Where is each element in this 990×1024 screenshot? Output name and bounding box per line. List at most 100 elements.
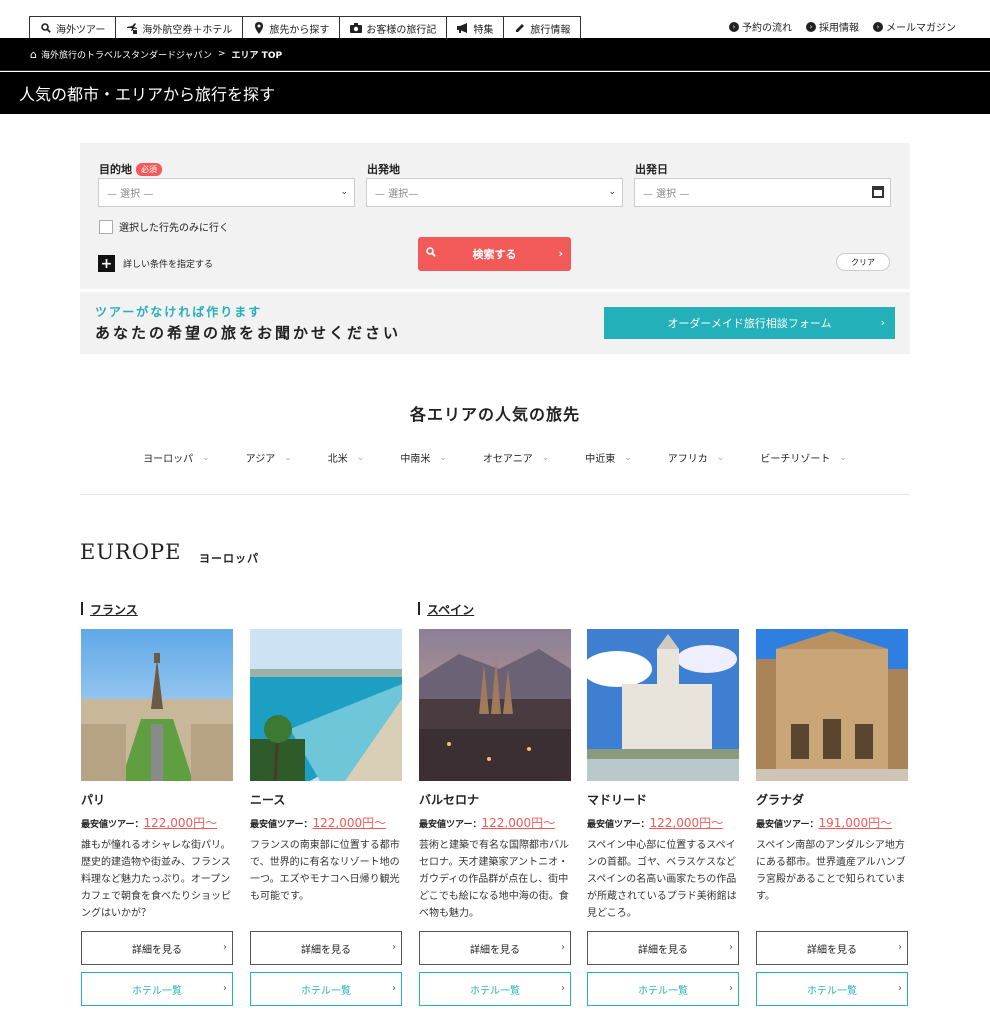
- city-card-barcelona: バルセロナ 最安値ツアー：122,000円～ 芸術と建築で有名な国際都市バルセロ…: [419, 629, 571, 1006]
- link-recruit[interactable]: › 採用情報: [806, 19, 859, 34]
- arrow-circle-icon: ›: [729, 21, 739, 32]
- price-link[interactable]: 122,000円～: [143, 816, 217, 830]
- hotel-list-button[interactable]: ホテル一覧 ›: [250, 972, 402, 1006]
- chevron-right-icon: ›: [223, 983, 227, 994]
- area-tab-middle-east[interactable]: 中近東 ⌄: [567, 450, 650, 466]
- search-panel: 目的地 必須 — 選択 — ⌄ 出発地 — 選択— ⌄ 出発日 — 選択 — 選択…: [80, 143, 910, 289]
- home-icon[interactable]: ⌂: [30, 48, 37, 61]
- city-photo[interactable]: [587, 629, 739, 781]
- area-tabs: ヨーロッパ ⌄ アジア ⌄ 北米 ⌄ 中南米 ⌄ オセアニア ⌄ 中近東 ⌄ アフリカ ⌄ ビ…: [80, 450, 910, 466]
- chevron-right-icon: ›: [729, 983, 733, 994]
- chevron-down-icon: ⌄: [202, 452, 210, 463]
- plus-icon: +: [98, 255, 115, 272]
- city-name[interactable]: グラナダ: [756, 791, 804, 808]
- tab-travelogue[interactable]: お客様の旅行記: [339, 16, 447, 39]
- detail-button[interactable]: 詳細を見る ›: [587, 931, 739, 965]
- breadcrumb-current: エリア TOP: [231, 50, 283, 61]
- tab-air-hotel[interactable]: 海外航空券＋ホテル: [115, 16, 243, 39]
- only-selected-checkbox[interactable]: 選択した行先のみに行く: [99, 219, 229, 234]
- search-icon: [426, 247, 436, 260]
- country-link-france[interactable]: フランス: [81, 601, 138, 618]
- city-name[interactable]: パリ: [81, 791, 105, 808]
- chevron-down-icon: ⌄: [340, 187, 348, 197]
- region-title-jp: ヨーロッパ: [199, 552, 259, 565]
- chevron-down-icon: ⌄: [716, 452, 725, 463]
- link-reservation-flow[interactable]: › 予約の流れ: [729, 19, 792, 34]
- divider: [80, 494, 910, 495]
- tab-overseas-tour[interactable]: 海外ツアー: [29, 16, 116, 39]
- price-link[interactable]: 191,000円～: [818, 816, 892, 830]
- lowest-price: 最安値ツアー：122,000円～: [419, 816, 556, 830]
- city-description: スペイン南部のアンダルシア地方にある都市。世界遺産アルハンブラ宮殿があることで知…: [756, 840, 906, 902]
- detail-button[interactable]: 詳細を見る ›: [419, 931, 571, 965]
- chevron-down-icon: ⌄: [356, 452, 365, 463]
- arrow-circle-icon: ›: [873, 21, 883, 32]
- detail-button[interactable]: 詳細を見る ›: [250, 931, 402, 965]
- detail-button[interactable]: 詳細を見る ›: [81, 931, 233, 965]
- region-title-en: EUROPE: [80, 540, 182, 564]
- breadcrumb-home-link[interactable]: 海外旅行のトラベルスタンダードジャパン: [41, 48, 212, 61]
- city-photo[interactable]: [250, 629, 402, 781]
- area-tab-asia[interactable]: アジア ⌄: [228, 450, 310, 466]
- departure-label: 出発地: [367, 163, 400, 176]
- hotel-list-button[interactable]: ホテル一覧 ›: [419, 972, 571, 1006]
- hotel-list-button[interactable]: ホテル一覧 ›: [587, 972, 739, 1006]
- chevron-down-icon: ⌄: [541, 452, 550, 463]
- area-tab-north-america[interactable]: 北米 ⌄: [310, 450, 383, 466]
- tab-feature[interactable]: 特集: [446, 16, 504, 39]
- tab-label: 旅先から探す: [269, 24, 330, 36]
- area-tab-oceania[interactable]: オセアニア ⌄: [465, 450, 567, 466]
- destination-select[interactable]: — 選択 — ⌄: [98, 178, 355, 207]
- tab-label: 特集: [473, 24, 494, 36]
- city-photo[interactable]: [756, 629, 908, 781]
- price-link[interactable]: 122,000円～: [312, 816, 386, 830]
- tab-destination[interactable]: 旅先から探す: [242, 16, 340, 39]
- lowest-price: 最安値ツアー：122,000円～: [81, 816, 218, 830]
- city-description: 芸術と建築で有名な国際都市バルセロナ。天才建築家アントニオ・ガウディの作品群が点…: [419, 840, 569, 919]
- hotel-list-button[interactable]: ホテル一覧 ›: [756, 972, 908, 1006]
- main-tabs: 海外ツアー 海外航空券＋ホテル 旅先から探す お客様の旅行記 特集 旅行情報: [29, 16, 582, 39]
- chevron-right-icon: ›: [561, 942, 565, 953]
- area-tab-latin-america[interactable]: 中南米 ⌄: [382, 450, 465, 466]
- country-link-spain[interactable]: スペイン: [418, 601, 474, 618]
- area-tab-beach-resort[interactable]: ビーチリゾート ⌄: [742, 450, 865, 466]
- lowest-price: 最安値ツアー：122,000円～: [587, 816, 724, 830]
- price-link[interactable]: 122,000円～: [481, 816, 555, 830]
- more-conditions-toggle[interactable]: + 詳しい条件を指定する: [98, 255, 213, 272]
- city-name[interactable]: マドリード: [587, 791, 647, 808]
- chevron-right-icon: ›: [223, 942, 227, 953]
- city-card-madrid: マドリード 最安値ツアー：122,000円～ スペイン中心部に位置するスペインの…: [587, 629, 739, 1006]
- lowest-price: 最安値ツアー：122,000円～: [250, 816, 387, 830]
- breadcrumb: ⌂ 海外旅行のトラベルスタンダードジャパン > エリア TOP: [0, 38, 990, 71]
- tab-label: お客様の旅行記: [366, 24, 437, 36]
- calendar-icon[interactable]: [872, 186, 884, 198]
- link-mail-magazine[interactable]: › メールマガジン: [873, 19, 956, 34]
- area-tab-europe[interactable]: ヨーロッパ ⌄: [125, 450, 228, 466]
- city-photo[interactable]: [419, 629, 571, 781]
- search-icon: [40, 22, 52, 34]
- utility-links: › 予約の流れ › 採用情報 › メールマガジン: [729, 19, 956, 34]
- chevron-down-icon: ⌄: [624, 452, 632, 463]
- chevron-right-icon: ›: [729, 942, 733, 953]
- detail-button[interactable]: 詳細を見る ›: [756, 931, 908, 965]
- chevron-right-icon: ›: [898, 983, 902, 994]
- departure-select[interactable]: — 選択— ⌄: [366, 178, 623, 207]
- tab-label: 旅行情報: [530, 24, 571, 36]
- date-input[interactable]: — 選択 —: [634, 178, 891, 207]
- plane-hotel-icon: [126, 22, 138, 34]
- hotel-list-button[interactable]: ホテル一覧 ›: [81, 972, 233, 1006]
- city-name[interactable]: ニース: [250, 791, 285, 808]
- tab-travel-info[interactable]: 旅行情報: [503, 16, 582, 39]
- order-made-form-button[interactable]: オーダーメイド旅行相談フォーム ›: [604, 307, 895, 339]
- pencil-icon: [514, 22, 526, 34]
- price-link[interactable]: 122,000円～: [649, 816, 723, 830]
- camera-icon: [350, 22, 363, 34]
- clear-button[interactable]: クリア: [836, 253, 890, 271]
- city-description: フランスの南東部に位置する都市で、世界的に有名なリゾート地の一つ。エズやモナコへ…: [250, 840, 400, 902]
- city-name[interactable]: バルセロナ: [419, 791, 479, 808]
- area-tab-africa[interactable]: アフリカ ⌄: [650, 450, 743, 466]
- search-button[interactable]: 検索する ›: [418, 237, 571, 271]
- city-photo[interactable]: [81, 629, 233, 781]
- order-made-banner: ツアーがなければ作ります あなたの希望の旅をお聞かせください オーダーメイド旅行…: [80, 292, 910, 354]
- checkbox-box[interactable]: [99, 219, 113, 234]
